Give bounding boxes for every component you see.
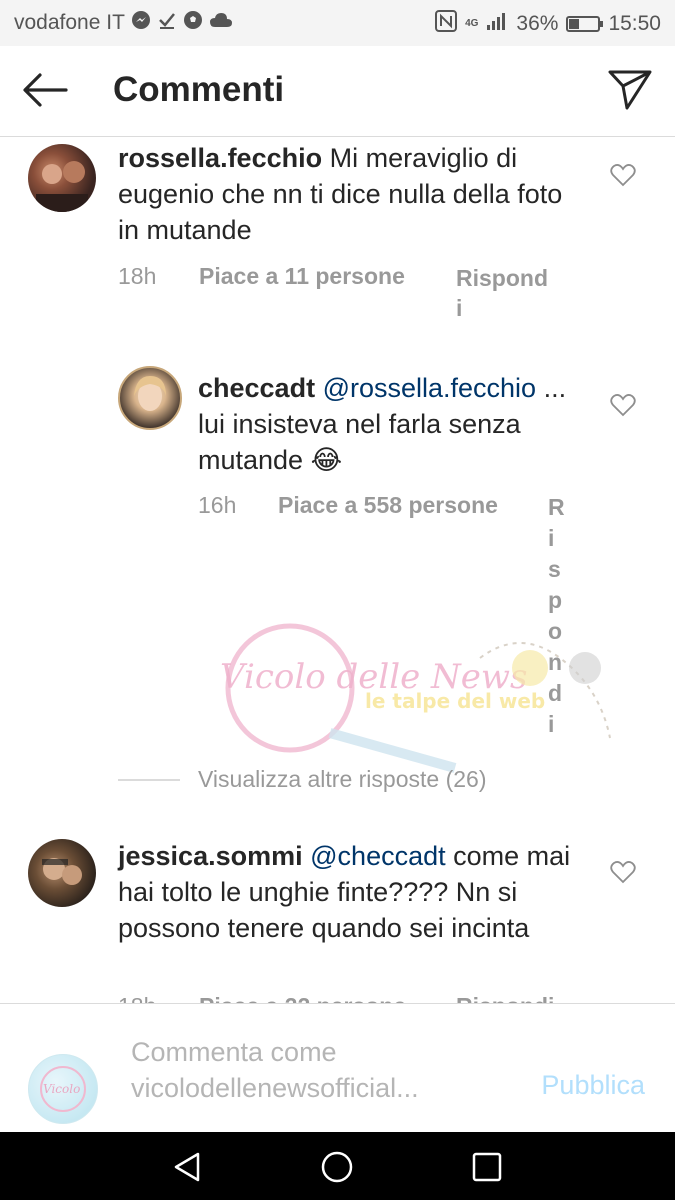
comment-time: 18h xyxy=(118,993,156,1003)
battery-icon xyxy=(566,15,604,32)
cloud-icon xyxy=(209,11,233,34)
carrier-label: vodafone IT xyxy=(14,10,125,34)
avatar[interactable] xyxy=(28,839,96,907)
app-header: Commenti xyxy=(0,46,675,137)
comment-text: checcadt @rossella.fecchio ... lui insis… xyxy=(198,370,578,478)
status-left: vodafone IT xyxy=(14,10,233,35)
comment-text: rossella.fecchio Mi meraviglio di eugeni… xyxy=(118,140,588,248)
messenger-icon xyxy=(131,10,151,35)
back-arrow-icon[interactable] xyxy=(20,70,70,110)
comment-time: 16h xyxy=(198,492,237,518)
publish-button[interactable]: Pubblica xyxy=(541,1070,645,1101)
football-icon xyxy=(183,10,203,35)
reply-button[interactable]: Rispondi xyxy=(548,492,565,740)
comment-input[interactable]: Commenta come vicolodellenewsofficial... xyxy=(131,1034,491,1106)
system-nav-bar xyxy=(0,1132,675,1200)
clock: 15:50 xyxy=(608,11,661,35)
nav-recents-icon[interactable] xyxy=(470,1150,504,1184)
view-more-replies[interactable]: Visualizza altre risposte (26) xyxy=(118,766,486,793)
comment-compose-bar: Vicolo Commenta come vicolodellenewsoffi… xyxy=(0,1003,675,1133)
signal-icon xyxy=(486,11,508,36)
own-avatar: Vicolo xyxy=(28,1054,98,1124)
comment-mention[interactable]: @rossella.fecchio xyxy=(323,373,537,403)
divider-line xyxy=(118,778,180,781)
comment-meta: 18h Piace a 11 persone Rispondi xyxy=(118,263,558,321)
comment-likes[interactable]: Piace a 558 persone xyxy=(278,492,498,519)
battery-fill xyxy=(569,18,580,29)
page-title: Commenti xyxy=(113,70,285,109)
status-right: 4G 36% 15:50 xyxy=(435,10,661,37)
comment-username[interactable]: jessica.sommi xyxy=(118,841,303,871)
comment-item: rossella.fecchio Mi meraviglio di eugeni… xyxy=(0,136,675,336)
comment-username[interactable]: checcadt xyxy=(198,373,315,403)
comment-likes[interactable]: Piace a 22 persone xyxy=(199,993,406,1003)
comment-meta: 16h Piace a 558 persone xyxy=(198,492,528,519)
avatar-logo-text: Vicolo xyxy=(43,1082,80,1096)
like-heart-icon[interactable] xyxy=(610,860,636,884)
nav-back-icon[interactable] xyxy=(170,1150,204,1184)
avatar[interactable] xyxy=(28,144,96,212)
like-heart-icon[interactable] xyxy=(610,393,636,417)
battery-percent: 36% xyxy=(516,11,559,35)
nfc-icon xyxy=(435,10,458,37)
comment-likes[interactable]: Piace a 11 persone xyxy=(199,263,405,290)
status-bar: vodafone IT 4G 36% 15:50 xyxy=(0,0,675,46)
view-more-label[interactable]: Visualizza altre risposte (26) xyxy=(198,766,486,793)
comment-item: jessica.sommi @checcadt come mai hai tol… xyxy=(0,838,675,1003)
comment-text: jessica.sommi @checcadt come mai hai tol… xyxy=(118,838,578,946)
comment-mention[interactable]: @checcadt xyxy=(310,841,445,871)
network-type: 4G xyxy=(465,17,479,29)
check-download-icon xyxy=(157,10,177,35)
comment-meta: 18h Piace a 22 persone Rispondi xyxy=(118,993,558,1003)
nav-home-icon[interactable] xyxy=(320,1150,354,1184)
like-heart-icon[interactable] xyxy=(610,163,636,187)
comment-time: 18h xyxy=(118,263,157,289)
avatar[interactable] xyxy=(118,366,182,430)
reply-comment-item: checcadt @rossella.fecchio ... lui insis… xyxy=(0,366,675,766)
reply-button[interactable]: Rispondi xyxy=(456,263,552,323)
reply-button[interactable]: Rispondi xyxy=(456,993,554,1003)
direct-send-icon[interactable] xyxy=(607,68,653,112)
comment-username[interactable]: rossella.fecchio xyxy=(118,143,322,173)
